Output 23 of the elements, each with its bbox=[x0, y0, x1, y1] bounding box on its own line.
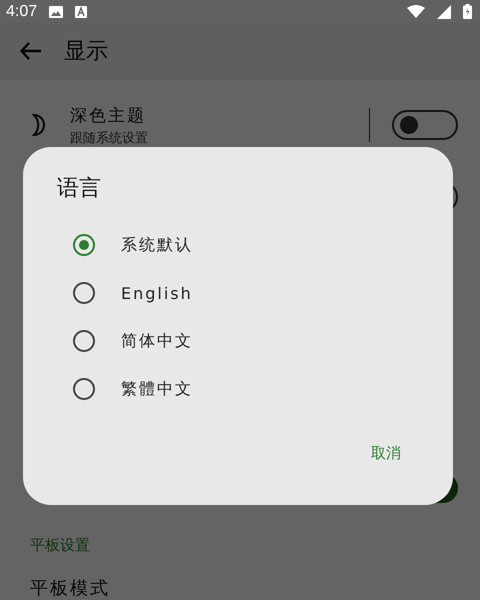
setting-title: 平板模式 bbox=[30, 578, 110, 600]
option-label[interactable]: 系统默认 bbox=[121, 234, 193, 256]
setting-subtitle: 跟随系统设置 bbox=[70, 130, 149, 147]
toggle-switch[interactable] bbox=[392, 110, 458, 140]
option-label[interactable]: 简体中文 bbox=[121, 330, 193, 352]
dialog-title: 语言 bbox=[57, 175, 101, 203]
radio-button[interactable] bbox=[73, 378, 95, 400]
wifi-icon bbox=[407, 5, 425, 18]
status-time: 4:07 bbox=[6, 2, 38, 21]
radio-button[interactable] bbox=[73, 282, 95, 304]
battery-icon bbox=[463, 4, 472, 20]
option-label[interactable]: English bbox=[121, 284, 193, 302]
signal-icon bbox=[437, 4, 451, 19]
radio-button[interactable] bbox=[73, 330, 95, 352]
cancel-button[interactable]: 取消 bbox=[353, 438, 419, 469]
font-icon bbox=[75, 6, 88, 18]
radio-button[interactable] bbox=[73, 234, 95, 256]
screen-title: 显示 bbox=[64, 38, 108, 66]
image-icon bbox=[49, 6, 64, 18]
setting-title: 深色主题 bbox=[70, 104, 147, 127]
option-label[interactable]: 繁體中文 bbox=[121, 378, 193, 400]
section-header: 平板设置 bbox=[30, 536, 90, 554]
back-arrow-icon[interactable] bbox=[20, 42, 42, 60]
